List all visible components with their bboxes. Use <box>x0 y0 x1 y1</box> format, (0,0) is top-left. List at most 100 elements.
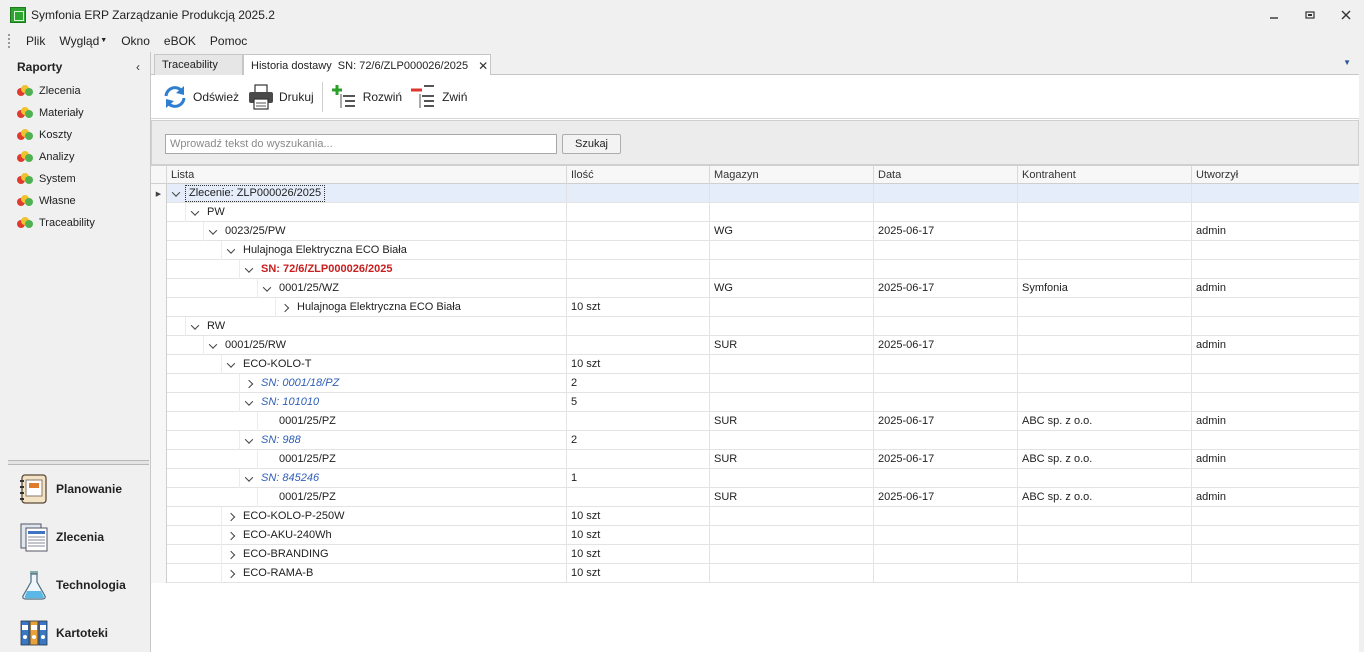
tree-row[interactable]: 0023/25/PW WG 2025-06-17 admin <box>151 222 1359 241</box>
cell-lista[interactable]: ECO-RAMA-B <box>221 564 567 583</box>
report-item-koszty[interactable]: Koszty <box>17 124 149 146</box>
cell-lista[interactable]: ECO-BRANDING <box>221 545 567 564</box>
row-indicator[interactable] <box>151 355 167 374</box>
column-header-utworzyl[interactable]: Utworzył <box>1192 166 1359 184</box>
row-indicator[interactable] <box>151 469 167 488</box>
row-indicator[interactable] <box>151 450 167 469</box>
collapsed-chevron-icon[interactable] <box>222 564 240 583</box>
expand-all-button[interactable]: Rozwiń <box>327 80 406 114</box>
tree-row[interactable]: 0001/25/WZ WG 2025-06-17 Symfonia admin <box>151 279 1359 298</box>
row-indicator[interactable] <box>151 507 167 526</box>
tree-row[interactable]: 0001/25/PZ SUR 2025-06-17 ABC sp. z o.o. adm… <box>151 412 1359 431</box>
tree-row[interactable]: SN: 101010 5 <box>151 393 1359 412</box>
cell-lista[interactable]: PW <box>185 203 567 222</box>
tree-row[interactable]: RW <box>151 317 1359 336</box>
expanded-chevron-icon[interactable] <box>204 336 222 355</box>
cell-lista[interactable]: 0023/25/PW <box>203 222 567 241</box>
tree-row[interactable]: SN: 988 2 <box>151 431 1359 450</box>
report-item-traceability[interactable]: Traceability <box>17 212 149 234</box>
cell-lista[interactable]: 0001/25/RW <box>203 336 567 355</box>
cell-lista[interactable]: Hulajnoga Elektryczna ECO Biała <box>275 298 567 317</box>
cell-lista[interactable]: ECO-KOLO-P-250W <box>221 507 567 526</box>
expanded-chevron-icon[interactable] <box>204 222 222 241</box>
tree-row[interactable]: ECO-AKU-240Wh 10 szt <box>151 526 1359 545</box>
cell-lista[interactable]: RW <box>185 317 567 336</box>
column-header-data[interactable]: Data <box>874 166 1018 184</box>
tree-row[interactable]: 0001/25/PZ SUR 2025-06-17 ABC sp. z o.o. adm… <box>151 450 1359 469</box>
cell-lista[interactable]: 0001/25/PZ <box>257 412 567 431</box>
row-indicator[interactable] <box>151 431 167 450</box>
expanded-chevron-icon[interactable] <box>240 393 258 412</box>
tree-row[interactable]: ECO-KOLO-T 10 szt <box>151 355 1359 374</box>
column-header-lista[interactable]: Lista <box>167 166 567 184</box>
menu-ebok[interactable]: eBOK <box>157 30 203 52</box>
row-indicator[interactable] <box>151 260 167 279</box>
tree-row[interactable]: ECO-RAMA-B 10 szt <box>151 564 1359 583</box>
menu-wyglad[interactable]: Wygląd▼ <box>52 30 114 53</box>
expanded-chevron-icon[interactable] <box>186 317 204 336</box>
expanded-chevron-icon[interactable] <box>167 184 185 203</box>
cell-lista[interactable]: SN: 101010 <box>239 393 567 412</box>
menu-grip[interactable] <box>8 34 11 48</box>
tree-row[interactable]: ECO-BRANDING 10 szt <box>151 545 1359 564</box>
column-header-ilosc[interactable]: Ilość <box>567 166 710 184</box>
row-indicator[interactable] <box>151 222 167 241</box>
report-item-wlasne[interactable]: Własne <box>17 190 149 212</box>
collapsed-chevron-icon[interactable] <box>222 526 240 545</box>
row-indicator[interactable] <box>151 545 167 564</box>
row-indicator[interactable] <box>151 241 167 260</box>
cell-lista[interactable]: 0001/25/PZ <box>257 488 567 507</box>
row-indicator[interactable] <box>151 393 167 412</box>
cell-lista[interactable]: 0001/25/WZ <box>257 279 567 298</box>
report-item-zlecenia[interactable]: Zlecenia <box>17 80 149 102</box>
tree-row[interactable]: PW <box>151 203 1359 222</box>
collapsed-chevron-icon[interactable] <box>276 298 294 317</box>
tab-historia-dostawy[interactable]: Historia dostawy SN: 72/6/ZLP000026/2025… <box>243 54 491 76</box>
expanded-chevron-icon[interactable] <box>186 203 204 222</box>
tree-row[interactable]: ▶ Zlecenie: ZLP000026/2025 <box>151 184 1359 203</box>
cell-lista[interactable]: SN: 845246 <box>239 469 567 488</box>
search-button[interactable]: Szukaj <box>562 134 621 154</box>
collapsed-chevron-icon[interactable] <box>240 374 258 393</box>
expanded-chevron-icon[interactable] <box>240 260 258 279</box>
cell-lista[interactable]: Zlecenie: ZLP000026/2025 <box>167 184 567 203</box>
expanded-chevron-icon[interactable] <box>258 279 276 298</box>
print-button[interactable]: Drukuj <box>243 80 318 114</box>
cell-lista[interactable]: ECO-AKU-240Wh <box>221 526 567 545</box>
module-technologia[interactable]: Technologia <box>8 561 149 609</box>
row-indicator[interactable] <box>151 488 167 507</box>
tree-row[interactable]: SN: 845246 1 <box>151 469 1359 488</box>
close-tab-icon[interactable]: ✕ <box>478 59 488 73</box>
minimize-button[interactable] <box>1256 0 1292 30</box>
module-planowanie[interactable]: Planowanie <box>8 465 149 513</box>
row-indicator[interactable] <box>151 317 167 336</box>
row-indicator[interactable] <box>151 336 167 355</box>
row-indicator[interactable] <box>151 374 167 393</box>
menu-pomoc[interactable]: Pomoc <box>203 30 254 52</box>
column-header-kontrahent[interactable]: Kontrahent <box>1018 166 1192 184</box>
cell-lista[interactable]: SN: 72/6/ZLP000026/2025 <box>239 260 567 279</box>
cell-lista[interactable]: 0001/25/PZ <box>257 450 567 469</box>
report-item-analizy[interactable]: Analizy <box>17 146 149 168</box>
row-indicator[interactable] <box>151 203 167 222</box>
row-indicator[interactable] <box>151 412 167 431</box>
tree-row[interactable]: 0001/25/PZ SUR 2025-06-17 ABC sp. z o.o. adm… <box>151 488 1359 507</box>
close-button[interactable] <box>1328 0 1364 30</box>
tree-row[interactable]: Hulajnoga Elektryczna ECO Biała 10 szt <box>151 298 1359 317</box>
collapsed-chevron-icon[interactable] <box>222 507 240 526</box>
cell-lista[interactable]: SN: 988 <box>239 431 567 450</box>
module-kartoteki[interactable]: Kartoteki <box>8 609 149 652</box>
tree-row[interactable]: Hulajnoga Elektryczna ECO Biała <box>151 241 1359 260</box>
collapse-all-button[interactable]: Zwiń <box>406 80 471 114</box>
cell-lista[interactable]: Hulajnoga Elektryczna ECO Biała <box>221 241 567 260</box>
row-indicator[interactable]: ▶ <box>151 184 167 203</box>
restore-button[interactable] <box>1292 0 1328 30</box>
row-indicator[interactable] <box>151 298 167 317</box>
tab-list-dropdown-icon[interactable]: ▼ <box>1343 58 1351 67</box>
refresh-button[interactable]: Odśwież <box>157 80 243 114</box>
row-indicator[interactable] <box>151 526 167 545</box>
collapse-pane-button[interactable]: ‹ <box>136 60 140 74</box>
column-header-magazyn[interactable]: Magazyn <box>710 166 874 184</box>
expanded-chevron-icon[interactable] <box>222 355 240 374</box>
expanded-chevron-icon[interactable] <box>222 241 240 260</box>
